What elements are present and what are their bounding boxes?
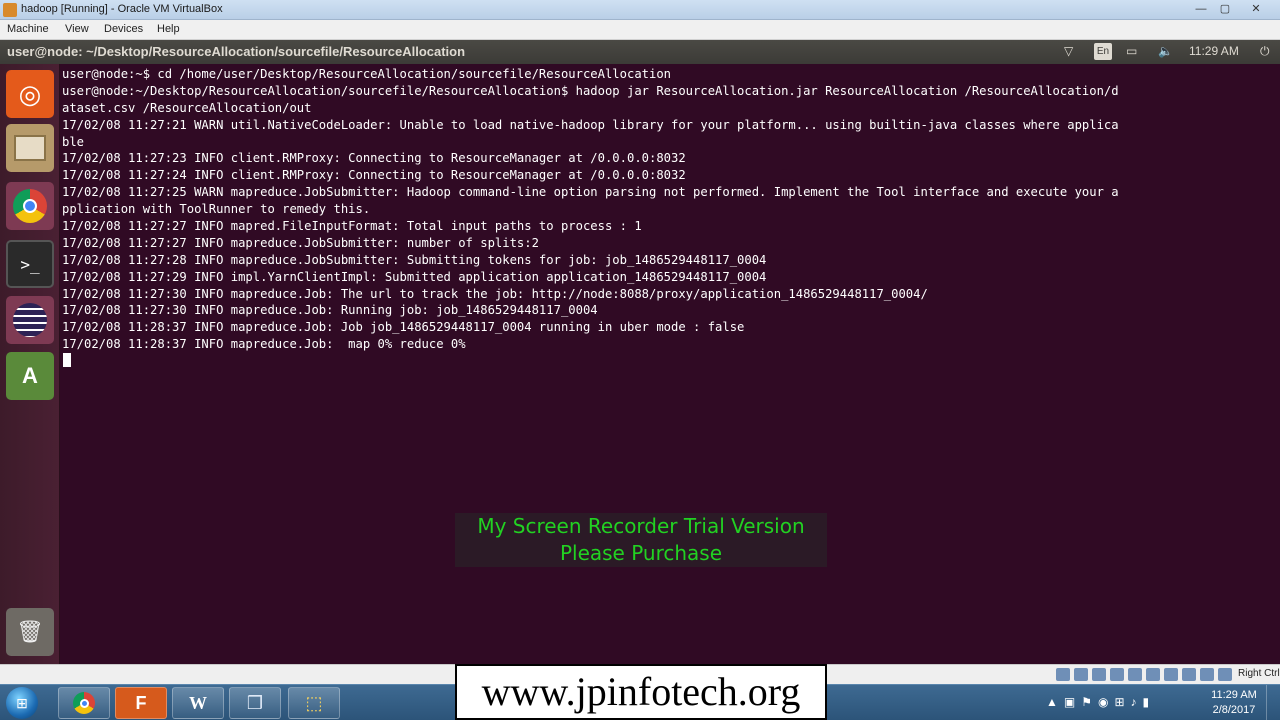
wifi-icon[interactable]: ▽ [1064,44,1073,58]
display-icon[interactable] [1164,668,1178,681]
terminal-line: 17/02/08 11:27:24 INFO client.RMProxy: C… [62,168,686,183]
volume-icon[interactable]: 🔈 [1158,44,1173,58]
terminal-line: 17/02/08 11:27:29 INFO impl.YarnClientIm… [62,269,767,284]
keyboard-language-indicator[interactable]: En [1094,43,1112,60]
show-desktop-button[interactable] [1266,685,1280,720]
ubuntu-top-panel: user@node: ~/Desktop/ResourceAllocation/… [0,40,1280,64]
eclipse-logo [13,303,47,337]
network-icon[interactable] [1110,668,1124,681]
taskbar-clock[interactable]: 11:29 AM 2/8/2017 [1206,688,1262,718]
terminal-line: 17/02/08 11:27:25 WARN mapreduce.JobSubm… [62,185,1119,200]
tray-signal-icon[interactable]: ▮ [1143,695,1150,709]
chrome-icon [73,692,95,714]
virtualbox-menu-bar: Machine View Devices Help [0,20,1280,40]
tray-recorder-icon[interactable]: ◉ [1098,695,1108,709]
taskbar-file-button[interactable]: F [115,687,167,719]
virtualbox-title-bar: hadoop [Running] - Oracle VM VirtualBox … [0,0,1280,20]
terminal-line: 17/02/08 11:27:23 INFO client.RMProxy: C… [62,151,686,166]
software-updater-icon[interactable]: A [6,352,54,400]
trial-watermark-line2: Please Purchase [559,541,723,565]
tray-flag-icon[interactable]: ⚑ [1081,695,1092,709]
power-icon[interactable]: ⏻ [1260,44,1270,59]
terminal-line: ble [62,134,85,149]
terminal-line: user@node:~$ cd /home/user/Desktop/Resou… [62,67,672,81]
usb-icon[interactable] [1128,668,1142,681]
terminal-line: 17/02/08 11:27:27 INFO mapred.FileInputF… [62,219,642,234]
terminal-line: 17/02/08 11:27:30 INFO mapreduce.Job: Th… [62,286,928,301]
menu-devices[interactable]: Devices [104,23,143,35]
trash-icon[interactable]: 🗑 [6,608,54,656]
host-key-label: Right Ctrl [1238,668,1280,679]
taskbar-word-button[interactable]: W [172,687,224,719]
terminal-cursor [63,353,71,367]
terminal-line: 17/02/08 11:27:30 INFO mapreduce.Job: Ru… [62,303,598,318]
chrome-logo-center [23,199,37,213]
menu-help[interactable]: Help [157,23,180,35]
clock-date: 2/8/2017 [1212,704,1256,716]
terminal-output: user@node:~$ cd /home/user/Desktop/Resou… [62,66,1278,353]
tray-app-icon[interactable]: ▣ [1064,695,1075,709]
terminal-line: user@node:~/Desktop/ResourceAllocation/s… [62,83,1119,98]
show-hidden-icons-button[interactable]: ▲ [1046,695,1058,709]
terminal-line: 17/02/08 11:28:37 INFO mapreduce.Job: ma… [62,337,466,352]
ubuntu-launcher: ◎ >_ A 🗑 [0,64,60,664]
mouse-integration-icon[interactable] [1218,668,1232,681]
terminal-line: 17/02/08 11:27:21 WARN util.NativeCodeLo… [62,117,1119,132]
close-button[interactable]: ✕ [1238,1,1274,17]
shared-folders-icon[interactable] [1146,668,1160,681]
audio-icon[interactable] [1092,668,1106,681]
vm-device-indicators [1056,668,1232,681]
terminal-line: ataset.csv /ResourceAllocation/out [62,100,312,115]
virtualbox-app-icon [3,3,17,17]
trial-watermark-line1: My Screen Recorder Trial Version [477,514,805,538]
terminal-icon[interactable]: >_ [6,240,54,288]
chrome-logo [13,189,47,223]
hard-disk-icon[interactable] [1056,668,1070,681]
taskbar-chrome-button[interactable] [58,687,110,719]
battery-icon[interactable]: ▭ [1126,44,1137,58]
maximize-button[interactable]: ▢ [1214,1,1236,17]
window-controls: — ▢ ✕ [1190,1,1274,17]
taskbar-virtualbox-button[interactable]: ❒ [229,687,281,719]
terminal-line: 17/02/08 11:28:37 INFO mapreduce.Job: Jo… [62,320,745,335]
video-capture-icon[interactable] [1182,668,1196,681]
active-window-title: user@node: ~/Desktop/ResourceAllocation/… [7,44,466,59]
cpu-icon[interactable] [1200,668,1214,681]
terminal-line: pplication with ToolRunner to remedy thi… [62,202,371,217]
terminal-line: 17/02/08 11:27:27 INFO mapreduce.JobSubm… [62,235,539,250]
menu-view[interactable]: View [65,23,89,35]
files-icon[interactable] [6,124,54,172]
panel-clock[interactable]: 11:29 AM [1189,44,1239,58]
terminal-window[interactable]: user@node:~$ cd /home/user/Desktop/Resou… [60,64,1280,664]
trial-watermark: My Screen Recorder Trial Version Please … [455,513,827,567]
chrome-icon-center [79,698,89,708]
ubuntu-dash-icon[interactable]: ◎ [6,70,54,118]
clock-time: 11:29 AM [1211,689,1257,701]
site-watermark: www.jpinfotech.org [455,664,827,720]
terminal-line: 17/02/08 11:27:28 INFO mapreduce.JobSubm… [62,252,767,267]
window-title: hadoop [Running] - Oracle VM VirtualBox [21,3,223,15]
tray-volume-icon[interactable]: ♪ [1131,695,1137,709]
taskbar-recorder-button[interactable]: ⬚ [288,687,340,719]
minimize-button[interactable]: — [1190,1,1212,17]
tray-network-icon[interactable]: ⊞ [1114,695,1124,709]
optical-drive-icon[interactable] [1074,668,1088,681]
eclipse-icon[interactable] [6,296,54,344]
chrome-icon[interactable] [6,182,54,230]
system-tray: ▲ ▣ ⚑ ◉ ⊞ ♪ ▮ [1046,695,1149,709]
start-button[interactable]: ⊞ [6,687,38,719]
files-drawer-shape [14,135,46,161]
menu-machine[interactable]: Machine [7,23,49,35]
